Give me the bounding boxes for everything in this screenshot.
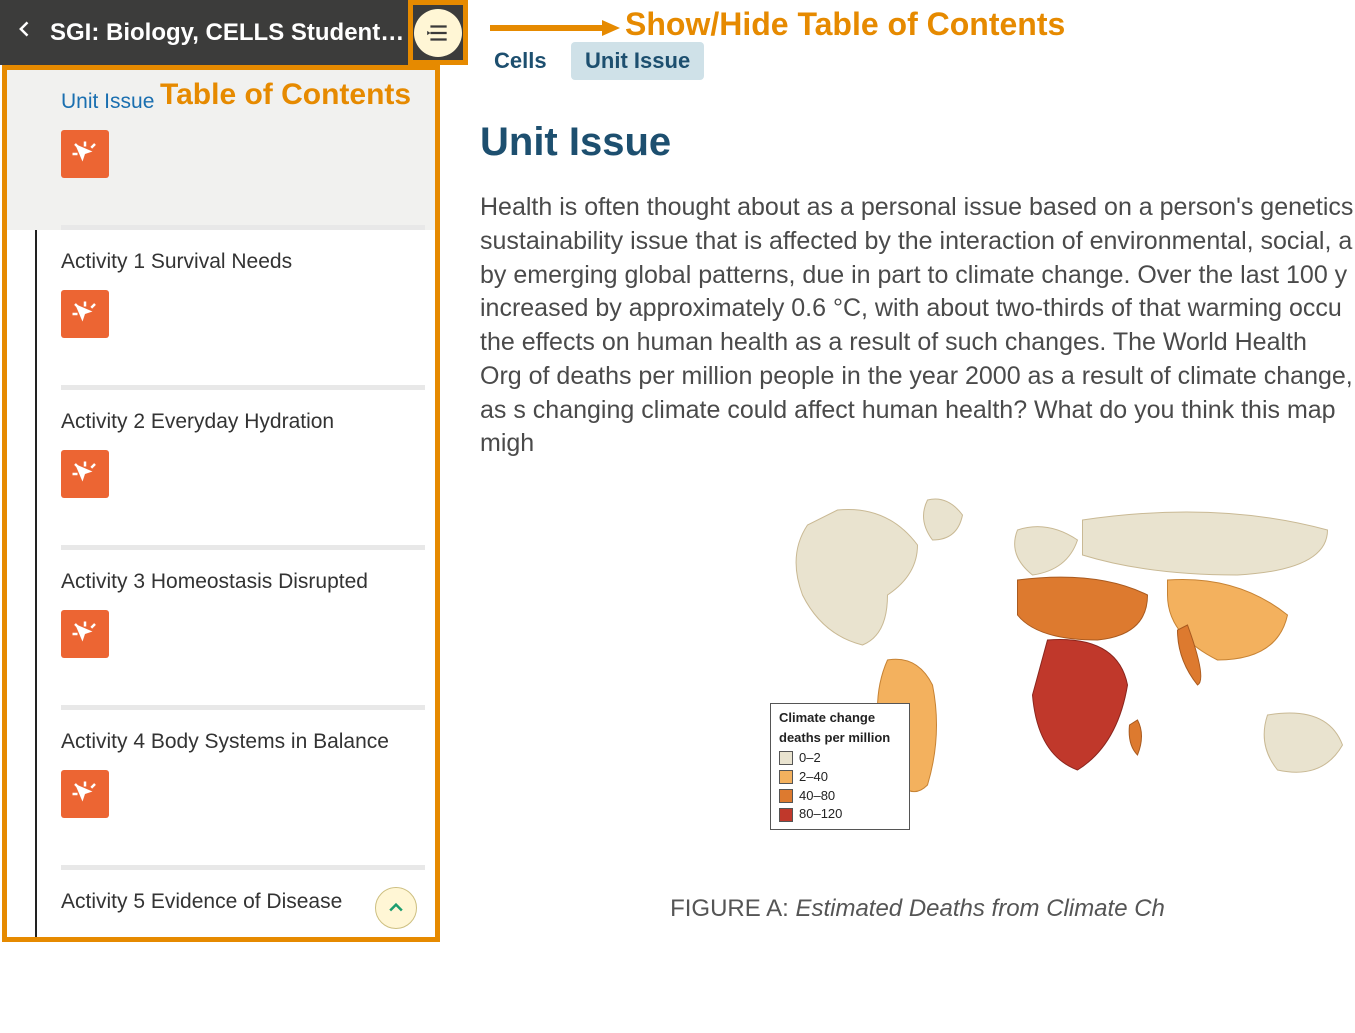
breadcrumb: Cells Unit Issue [480,42,1355,80]
annotation-toc-label: Table of Contents [160,78,411,112]
map-legend: Climate change deaths per million 0–2 2–… [770,703,910,830]
toc-sidebar: Unit Issue Activity 1 Survival Needs Act… [7,70,435,937]
legend-row: 80–120 [779,806,901,823]
activity-thumb[interactable] [61,290,109,338]
cursor-click-icon [70,619,100,649]
toc-item-activity-4[interactable]: Activity 4 Body Systems in Balance [7,710,435,870]
toc-item-activity-1[interactable]: Activity 1 Survival Needs [7,230,435,390]
body-paragraph: Health is often thought about as a perso… [480,191,1355,461]
figure-caption-prefix: FIGURE A: [670,895,795,922]
figure-caption: FIGURE A: Estimated Deaths from Climate … [480,895,1355,923]
legend-row: 40–80 [779,788,901,805]
toc-item-activity-5[interactable]: Activity 5 Evidence of Disease [7,870,435,930]
breadcrumb-cells[interactable]: Cells [480,42,561,80]
cursor-click-icon [70,139,100,169]
legend-label: 80–120 [799,806,842,823]
collapse-up-button[interactable] [375,887,417,929]
activity-thumb[interactable] [61,450,109,498]
top-bar: SGI: Biology, CELLS Student B... [0,0,468,65]
legend-row: 0–2 [779,750,901,767]
figure-map: Climate change deaths per million 0–2 2–… [480,485,1355,845]
legend-label: 0–2 [799,750,821,767]
cursor-click-icon [70,299,100,329]
activity-thumb[interactable] [61,130,109,178]
legend-label: 2–40 [799,769,828,786]
list-icon [425,20,451,46]
legend-swatch [779,770,793,784]
annotation-arrow-icon [490,18,620,38]
activity-thumb[interactable] [61,770,109,818]
legend-swatch [779,808,793,822]
page-header-title: SGI: Biology, CELLS Student B... [50,19,414,47]
back-button[interactable] [0,15,50,50]
toc-item-label: Activity 3 Homeostasis Disrupted [61,570,423,594]
legend-title-2: deaths per million [779,730,901,747]
toc-item-label: Activity 1 Survival Needs [61,250,423,274]
figure-caption-title: Estimated Deaths from Climate Ch [795,895,1164,922]
cursor-click-icon [70,459,100,489]
toc-item-label: Activity 5 Evidence of Disease [61,890,423,914]
legend-swatch [779,751,793,765]
activity-thumb[interactable] [61,610,109,658]
toc-item-activity-3[interactable]: Activity 3 Homeostasis Disrupted [7,550,435,710]
page-title: Unit Issue [480,120,1355,165]
legend-title-1: Climate change [779,710,901,727]
legend-label: 40–80 [799,788,835,805]
legend-row: 2–40 [779,769,901,786]
main-content: Cells Unit Issue Unit Issue Health is of… [480,42,1355,1033]
breadcrumb-unit-issue[interactable]: Unit Issue [571,42,704,80]
toc-scroll-area[interactable]: Unit Issue Activity 1 Survival Needs Act… [7,70,435,937]
chevron-up-icon [386,898,406,918]
toc-item-label: Activity 2 Everyday Hydration [61,410,423,434]
legend-swatch [779,789,793,803]
toc-toggle-button[interactable] [414,9,462,57]
toc-item-activity-2[interactable]: Activity 2 Everyday Hydration [7,390,435,550]
toc-item-label: Activity 4 Body Systems in Balance [61,730,423,754]
annotation-toggle-label: Show/Hide Table of Contents [625,6,1065,43]
cursor-click-icon [70,779,100,809]
